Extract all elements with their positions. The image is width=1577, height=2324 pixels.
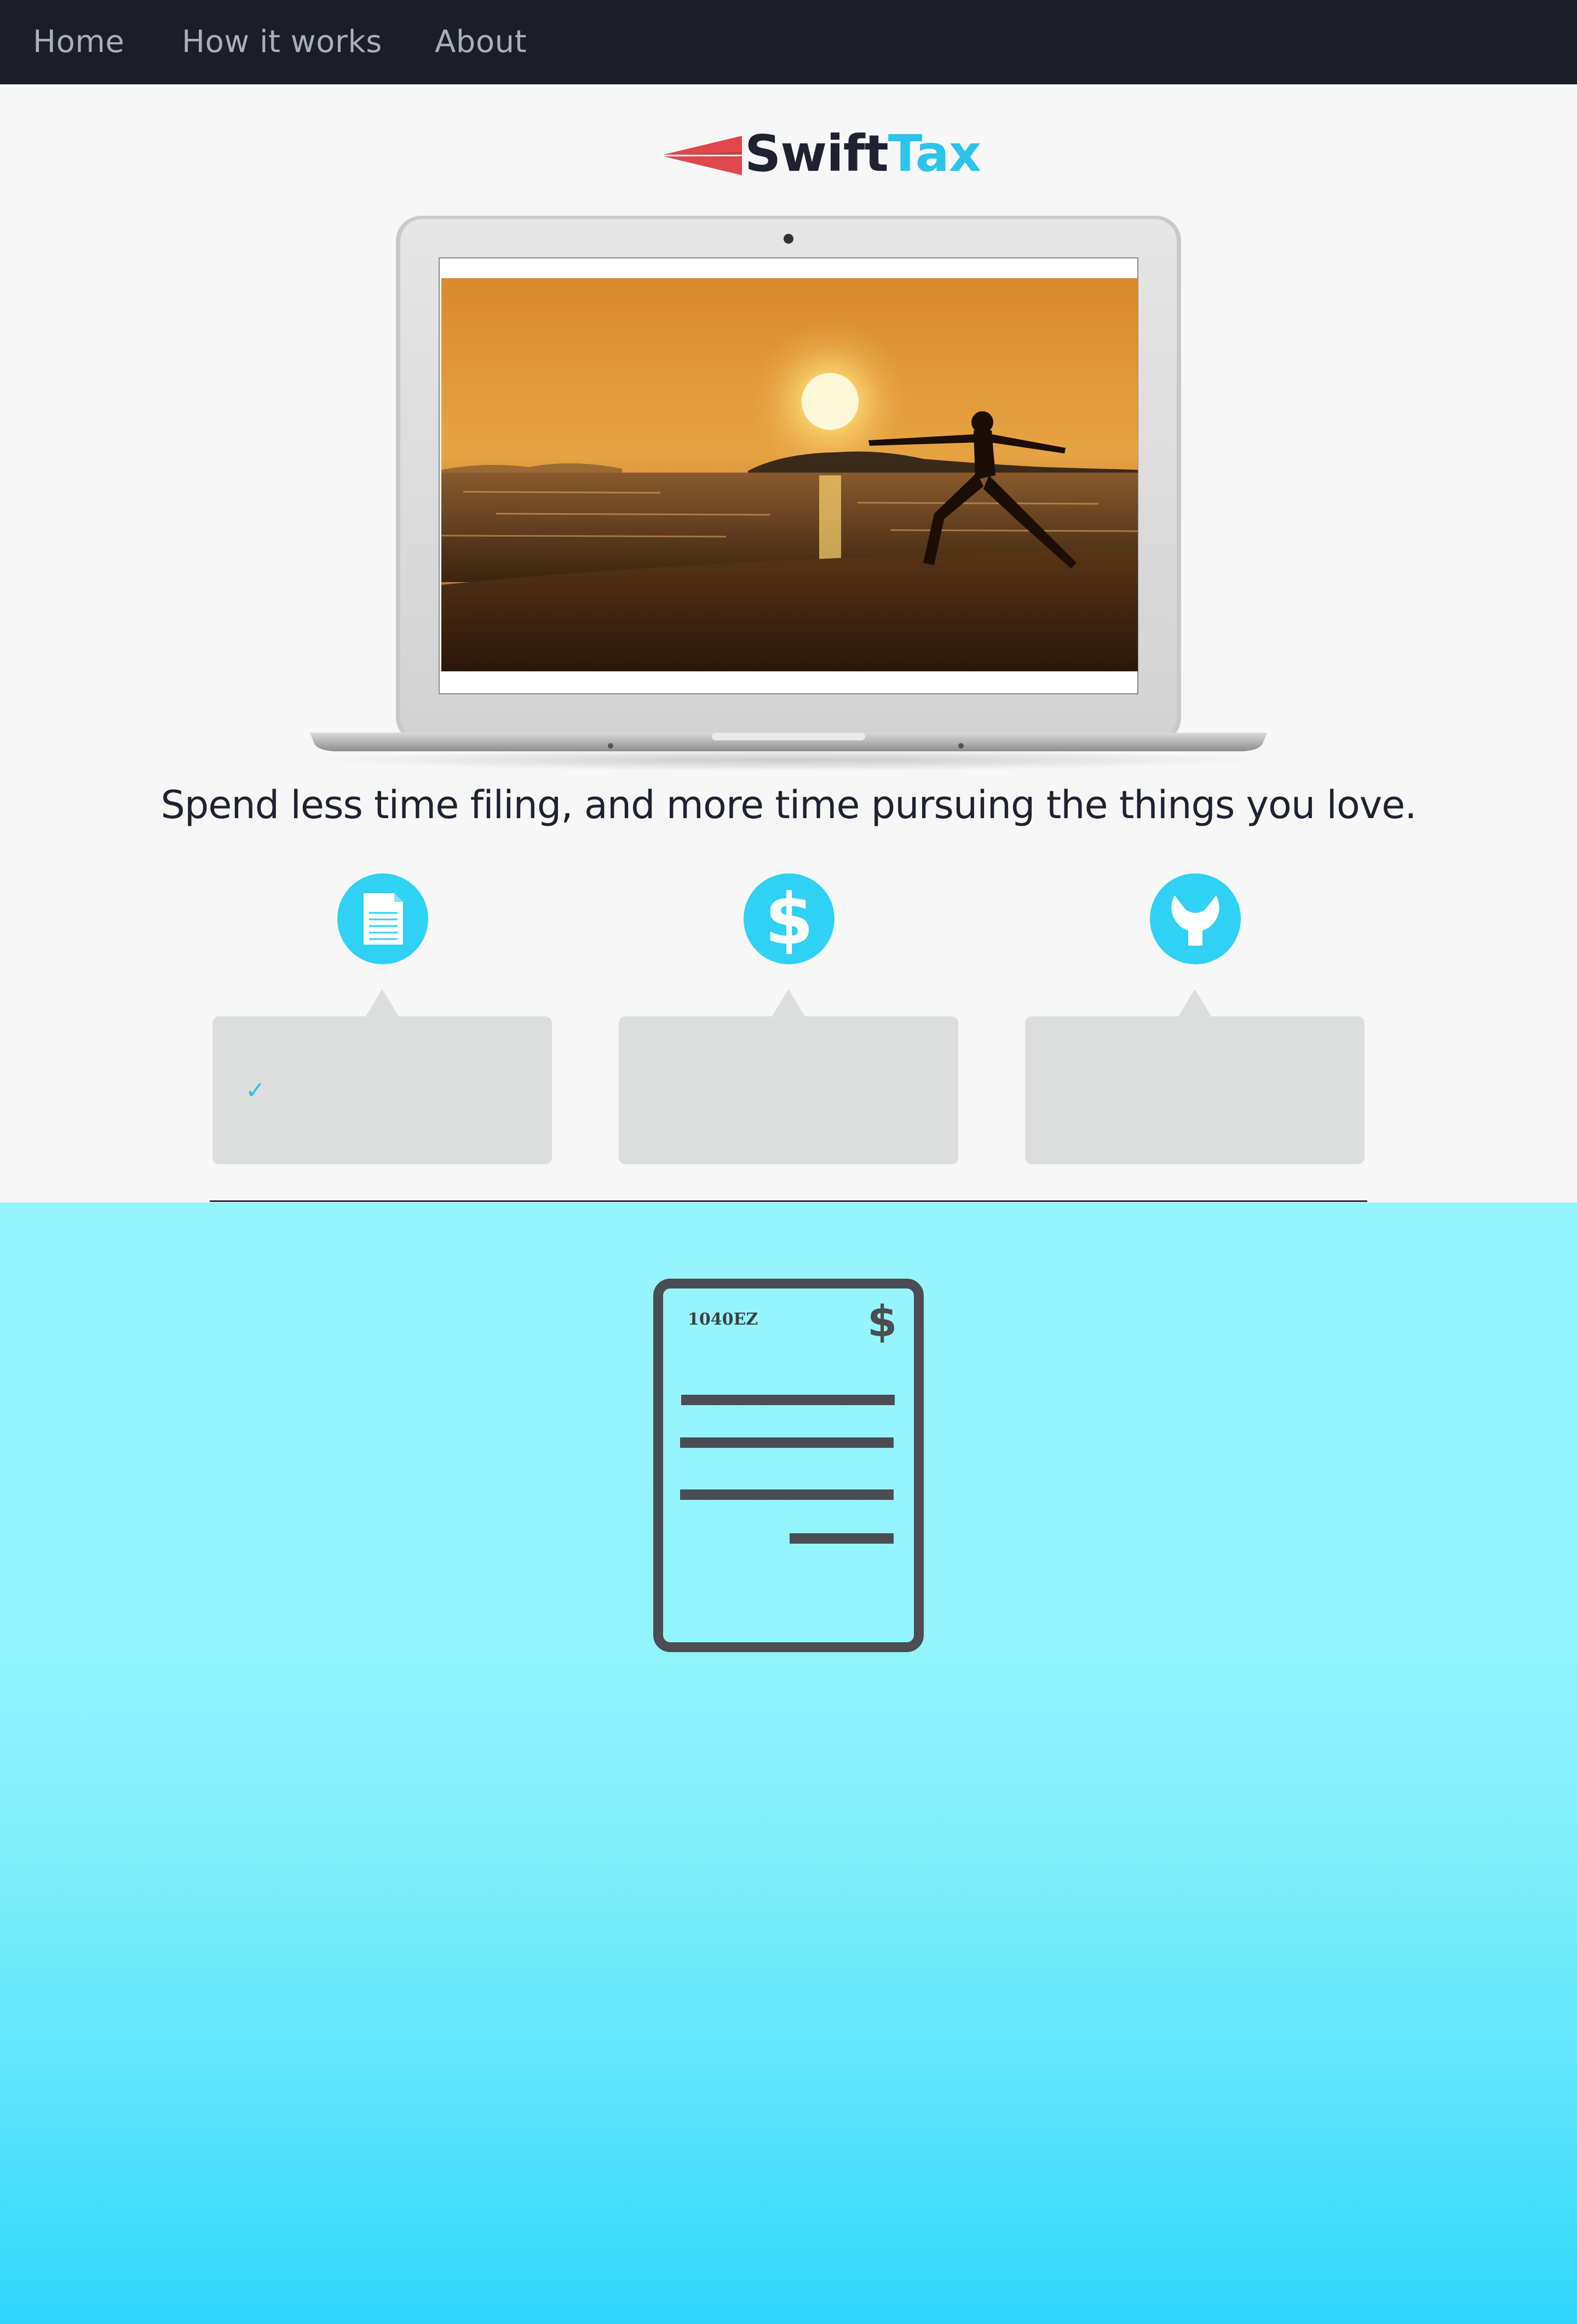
card-pointer — [366, 989, 399, 1016]
nav-about-link[interactable]: About — [435, 0, 527, 84]
logo-swift-text: Swift — [745, 124, 889, 183]
feature-card-support — [1025, 989, 1365, 1164]
dollar-icon: $ — [744, 873, 834, 964]
nav-home-link[interactable]: Home — [33, 0, 124, 84]
card-pointer — [772, 989, 805, 1016]
card-pointer — [1178, 989, 1211, 1016]
sunset-yoga-photo — [441, 278, 1138, 671]
form-title-label: 1040EZ — [688, 1310, 758, 1329]
feature-card-filing: ✓ — [212, 989, 552, 1164]
tax-form-illustration: 1040EZ $ — [653, 1278, 924, 1653]
logo-wordmark: SwiftTax — [745, 124, 981, 184]
dollar-sign-icon: $ — [867, 1297, 897, 1347]
paper-plane-icon — [660, 136, 742, 175]
hero-tagline: Spend less time filing, and more time pu… — [160, 783, 1417, 827]
top-nav: Home How it works About — [0, 0, 1577, 84]
document-icon — [337, 873, 428, 964]
wrench-icon — [1150, 873, 1241, 964]
feature-card-pricing — [619, 989, 958, 1164]
checkmark-icon: ✓ — [245, 1077, 266, 1105]
svg-text:$: $ — [764, 879, 813, 960]
nav-how-it-works-link[interactable]: How it works — [182, 0, 382, 84]
swifttax-logo[interactable]: SwiftTax — [660, 122, 981, 187]
section-divider — [210, 1200, 1367, 1202]
logo-tax-text: Tax — [888, 124, 981, 183]
